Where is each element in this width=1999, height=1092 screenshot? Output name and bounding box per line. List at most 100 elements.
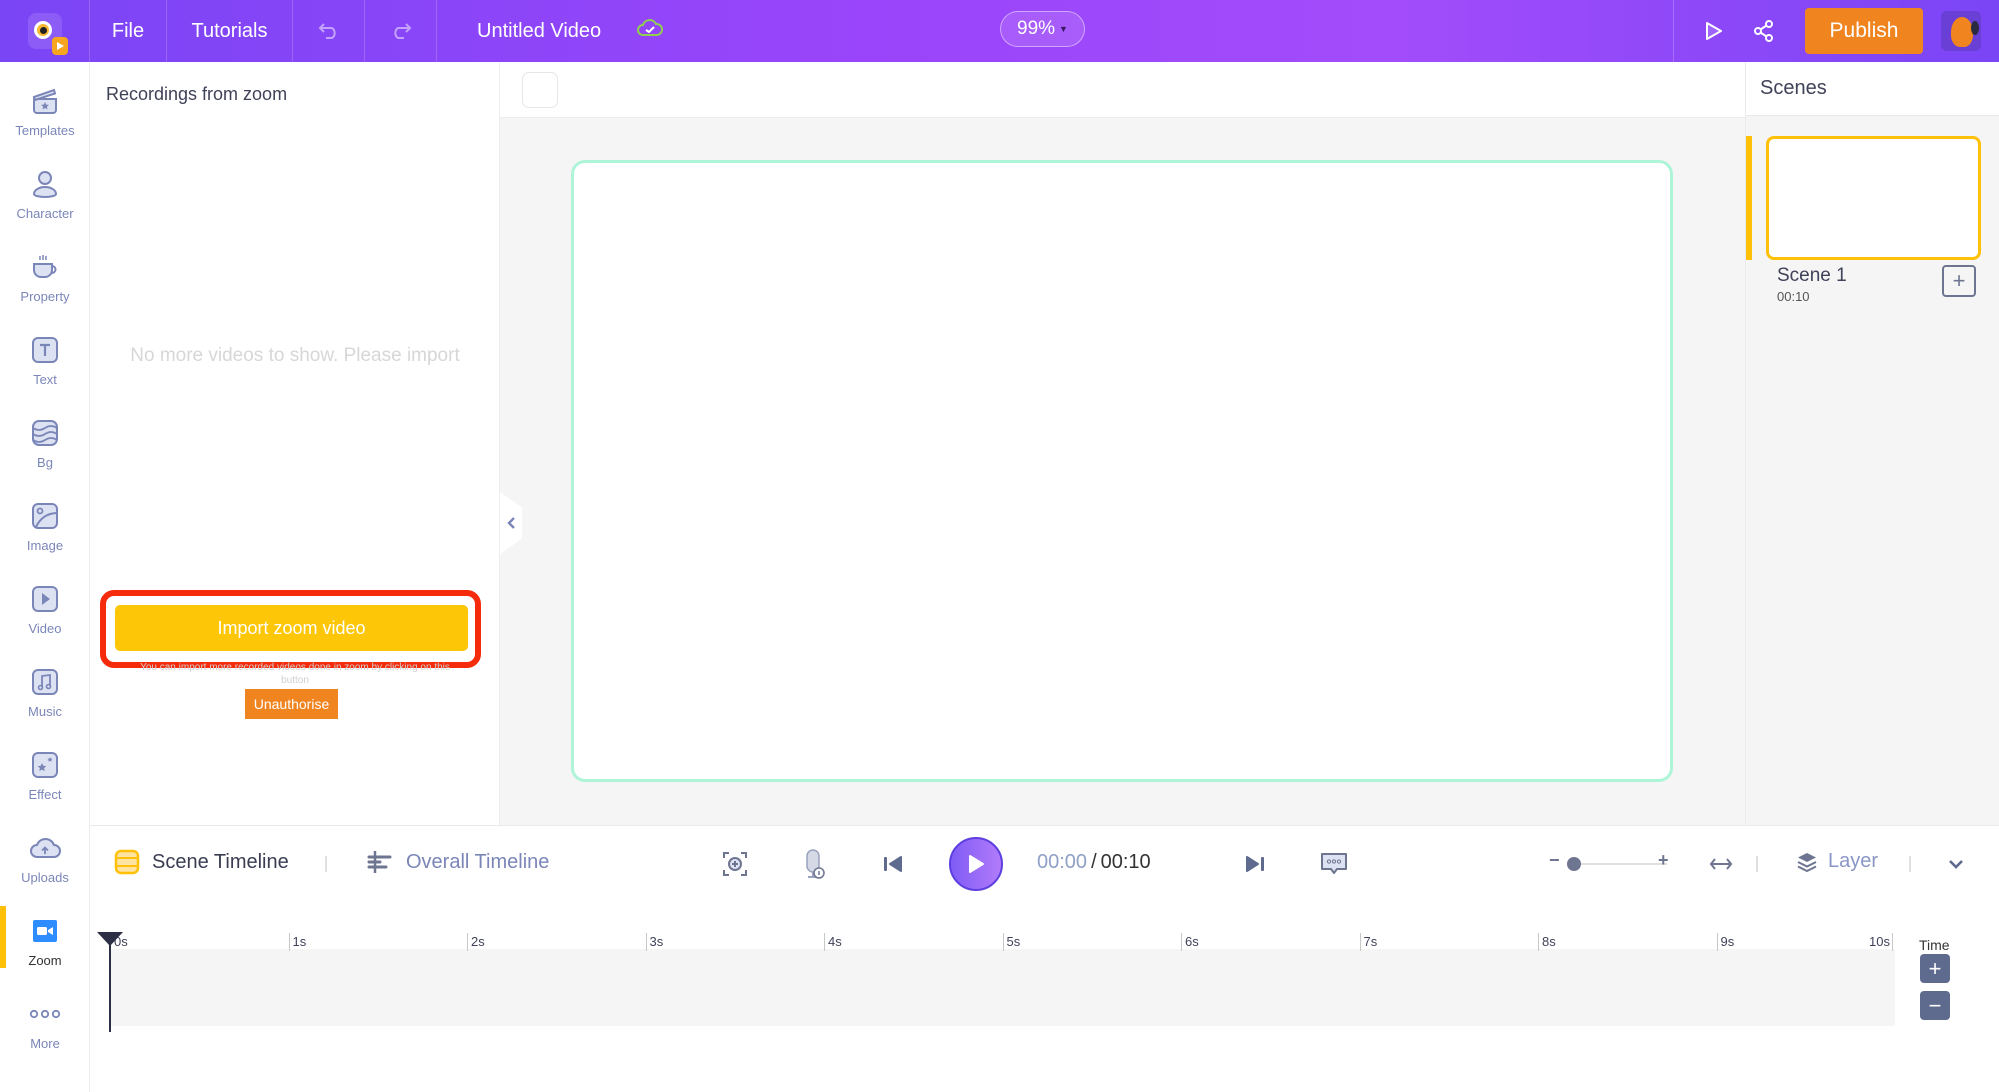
ruler-tick: 2s — [467, 933, 485, 951]
slider-track — [1567, 863, 1667, 865]
sidebar-item-label: Video — [28, 621, 62, 636]
scene-timeline-icon — [114, 849, 140, 875]
undo-icon — [318, 23, 336, 39]
sidebar-item-label: Character — [16, 206, 74, 221]
cup-icon — [29, 251, 61, 283]
app-logo[interactable] — [0, 0, 90, 62]
add-scene-button[interactable]: + — [1942, 265, 1976, 297]
sidebar-item-zoom[interactable]: Zoom — [0, 900, 90, 983]
subtitles-button[interactable] — [1316, 846, 1352, 882]
video-title-area: Untitled Video — [437, 0, 664, 62]
sidebar-item-property[interactable]: Property — [0, 236, 90, 319]
timeline-zoom-out[interactable]: − — [1549, 850, 1560, 871]
layers-icon — [1796, 851, 1818, 873]
sidebar-item-label: Uploads — [21, 870, 69, 885]
play-button[interactable] — [949, 837, 1003, 891]
fit-timeline-button[interactable] — [1703, 846, 1739, 882]
redo-button[interactable] — [365, 0, 437, 62]
playback-time: 00:00/00:10 — [1037, 851, 1151, 874]
divider — [1909, 856, 1911, 872]
current-time: 00:00 — [1037, 851, 1088, 873]
menu-file[interactable]: File — [90, 0, 167, 62]
ruler-tick: 10s — [1869, 933, 1893, 951]
empty-state-message: No more videos to show. Please import — [130, 345, 460, 366]
timeline-zoom-slider[interactable] — [1567, 857, 1667, 871]
skip-back-icon — [884, 856, 902, 872]
video-icon — [29, 583, 61, 615]
undo-button[interactable] — [293, 0, 365, 62]
import-zoom-video-button[interactable]: Import zoom video — [115, 605, 468, 651]
sidebar-item-text[interactable]: Text — [0, 319, 90, 402]
effect-icon — [29, 749, 61, 781]
share-icon — [1754, 20, 1773, 42]
timeline-track[interactable] — [110, 949, 1895, 1026]
ruler-tick: 5s — [1002, 933, 1020, 951]
timeline-zoom-in[interactable]: + — [1658, 850, 1669, 871]
publish-button[interactable]: Publish — [1805, 8, 1923, 54]
timeline-ruler[interactable]: 0s1s2s3s4s5s6s7s8s9s10s — [110, 933, 1895, 951]
sidebar-item-label: More — [30, 1036, 60, 1051]
panel-title: Recordings from zoom — [106, 84, 288, 104]
redo-icon — [393, 23, 411, 39]
tab-overall-timeline[interactable]: Overall Timeline — [366, 849, 549, 875]
sidebar-item-label: Zoom — [28, 953, 62, 968]
focus-zoom-button[interactable] — [717, 846, 753, 882]
scene-name: Scene 1 — [1777, 265, 1847, 286]
sidebar-item-video[interactable]: Video — [0, 568, 90, 651]
playhead[interactable] — [97, 932, 123, 1032]
app: File Tutorials Untitled Video 99% ▼ Publ… — [0, 0, 1999, 1092]
skip-back-button[interactable] — [875, 846, 911, 882]
collapse-timeline-button[interactable] — [1938, 846, 1974, 882]
timeline-area: Scene Timeline Overall Timeline 00:00/00… — [90, 825, 1999, 1092]
sidebar-item-uploads[interactable]: Uploads — [0, 817, 90, 900]
preview-button[interactable] — [1689, 0, 1739, 62]
person-icon — [29, 168, 61, 200]
sidebar-item-bg[interactable]: Bg — [0, 402, 90, 485]
scene-thumbnail[interactable] — [1766, 136, 1981, 260]
canvas-color-swatch[interactable] — [522, 72, 558, 108]
background-icon — [29, 417, 61, 449]
clapperboard-icon — [29, 85, 61, 117]
more-dots-icon — [29, 998, 61, 1030]
ruler-tick: 9s — [1716, 933, 1734, 951]
sidebar-item-more[interactable]: More — [0, 983, 90, 1066]
overall-timeline-icon — [366, 849, 394, 875]
divider — [1756, 856, 1758, 872]
sidebar-item-image[interactable]: Image — [0, 485, 90, 568]
ruler-tick: 7s — [1359, 933, 1377, 951]
canvas-toolbar — [500, 62, 1745, 118]
sidebar-item-templates[interactable]: Templates — [0, 70, 90, 153]
layer-button[interactable]: Layer — [1796, 850, 1878, 873]
layer-label: Layer — [1828, 850, 1879, 872]
sidebar: Templates Character Property Text Bg Ima… — [0, 62, 90, 1092]
video-title[interactable]: Untitled Video — [477, 20, 601, 43]
microphone-icon — [806, 849, 825, 879]
ruler-tick: 4s — [824, 933, 842, 951]
unauthorise-button[interactable]: Unauthorise — [245, 689, 338, 719]
time-zoom-out-button[interactable]: − — [1920, 991, 1950, 1020]
slider-handle[interactable] — [1567, 857, 1581, 871]
menu-tutorials-label: Tutorials — [191, 19, 268, 42]
sidebar-item-character[interactable]: Character — [0, 153, 90, 236]
play-icon — [969, 855, 984, 873]
sidebar-item-label: Property — [20, 289, 70, 304]
time-separator: / — [1091, 851, 1097, 873]
zoom-level-dropdown[interactable]: 99% ▼ — [1000, 11, 1085, 47]
sidebar-item-effect[interactable]: Effect — [0, 734, 90, 817]
text-icon — [29, 334, 61, 366]
share-button[interactable] — [1739, 0, 1789, 62]
ruler-tick: 8s — [1538, 933, 1556, 951]
time-zoom-in-button[interactable]: + — [1920, 954, 1950, 983]
scenes-title: Scenes — [1760, 77, 1827, 99]
tab-scene-timeline[interactable]: Scene Timeline — [114, 849, 289, 875]
voiceover-button[interactable] — [796, 846, 832, 882]
skip-forward-button[interactable] — [1237, 846, 1273, 882]
collapse-panel-button[interactable] — [500, 492, 522, 554]
scene-duration: 00:10 — [1777, 289, 1810, 304]
video-canvas[interactable] — [571, 160, 1673, 782]
scenes-panel: Scenes Scene 1 00:10 + — [1745, 62, 1999, 825]
user-avatar[interactable] — [1941, 11, 1981, 51]
sidebar-item-music[interactable]: Music — [0, 651, 90, 734]
menu-tutorials[interactable]: Tutorials — [167, 0, 293, 62]
sidebar-item-label: Image — [26, 538, 64, 553]
